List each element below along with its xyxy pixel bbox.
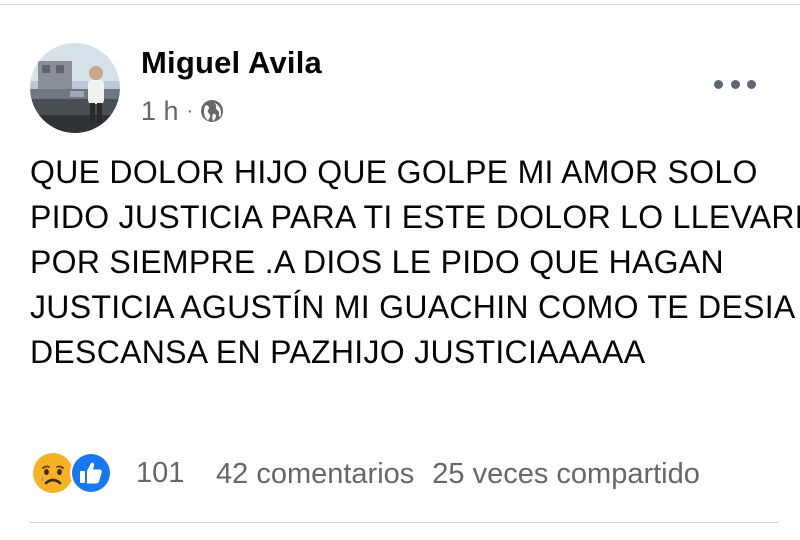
more-dot bbox=[747, 79, 756, 89]
post-meta: 1 h · bbox=[141, 95, 225, 127]
post-stats: 42 comentarios 25 veces compartido bbox=[216, 452, 700, 496]
post-text-line: QUE DOLOR HIJO QUE GOLPE MI AMOR SOLO bbox=[30, 154, 758, 190]
post-text: QUE DOLOR HIJO QUE GOLPE MI AMOR SOLO PI… bbox=[30, 150, 800, 375]
reaction-count[interactable]: 101 bbox=[136, 457, 184, 490]
post-time[interactable]: 1 h bbox=[141, 96, 179, 127]
reactions-summary[interactable]: 101 bbox=[30, 450, 184, 496]
post-text-line: POR SIEMPRE .A DIOS LE PIDO QUE HAGAN bbox=[30, 244, 724, 280]
avatar-photo bbox=[30, 43, 120, 133]
globe-icon[interactable] bbox=[199, 98, 225, 124]
shares-count-link[interactable]: 25 veces compartido bbox=[432, 458, 700, 491]
meta-separator: · bbox=[186, 99, 194, 122]
comments-count-link[interactable]: 42 comentarios bbox=[216, 458, 414, 491]
more-dot bbox=[714, 79, 723, 89]
action-bar-divider bbox=[30, 522, 778, 523]
reaction-icons bbox=[30, 450, 120, 496]
like-reaction-icon bbox=[70, 452, 112, 494]
more-horizontal-icon[interactable] bbox=[714, 70, 756, 98]
post-text-line: DESCANSA EN PAZHIJO JUSTICIAAAAA bbox=[30, 334, 646, 370]
more-dot bbox=[730, 79, 740, 89]
top-divider bbox=[0, 4, 800, 5]
post-text-line: JUSTICIA AGUSTÍN MI GUACHIN COMO TE DESI… bbox=[30, 289, 796, 325]
author-name[interactable]: Miguel Avila bbox=[141, 45, 322, 81]
avatar[interactable] bbox=[30, 43, 120, 133]
post-text-line: PIDO JUSTICIA PARA TI ESTE DOLOR LO LLEV… bbox=[30, 199, 800, 235]
post-card: Miguel Avila 1 h · QUE DOLOR HIJO QUE GO… bbox=[0, 0, 800, 540]
